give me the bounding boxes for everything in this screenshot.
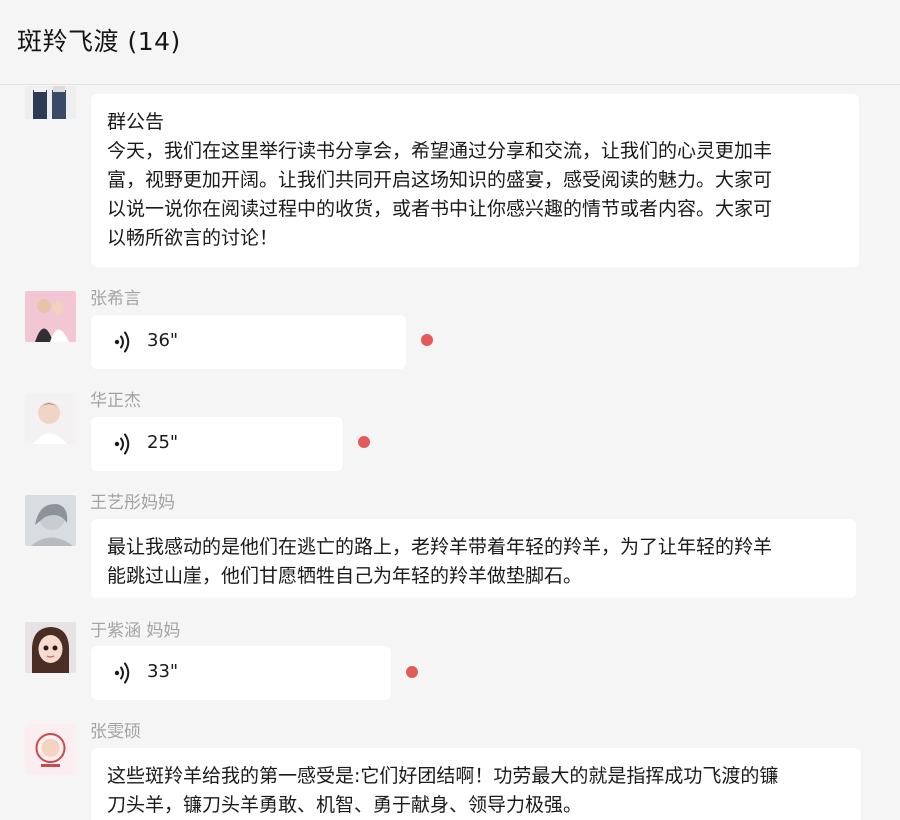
- message-line: 今天，我们在这里举行读书分享会，希望通过分享和交流，让我们的心灵更加丰: [107, 140, 773, 162]
- voice-wave-icon: [114, 433, 130, 455]
- voice-duration: 36": [147, 330, 179, 351]
- sender-name: 王艺彤妈妈: [90, 493, 175, 513]
- unread-indicator: [358, 436, 370, 448]
- avatar[interactable]: [25, 291, 76, 342]
- message-line: 刀头羊，镰刀头羊勇敢、机智、勇于献身、领导力极强。: [107, 794, 583, 816]
- chat-header: 斑羚飞渡 (14): [0, 0, 900, 85]
- message-line: 最让我感动的是他们在逃亡的路上，老羚羊带着年轻的羚羊，为了让年轻的羚羊: [107, 536, 773, 558]
- voice-message[interactable]: 36": [91, 315, 406, 369]
- message-bubble-announcement[interactable]: 群公告 今天，我们在这里举行读书分享会，希望通过分享和交流，让我们的心灵更加丰 …: [91, 94, 859, 267]
- voice-duration: 25": [147, 432, 179, 453]
- sender-name: 于紫涵 妈妈: [90, 621, 181, 641]
- message-bubble[interactable]: 最让我感动的是他们在逃亡的路上，老羚羊带着年轻的羚羊，为了让年轻的羚羊 能跳过山…: [91, 519, 856, 598]
- message-line: 这些斑羚羊给我的第一感受是:它们好团结啊！功劳最大的就是指挥成功飞渡的镰: [107, 765, 779, 787]
- voice-duration: 33": [147, 661, 179, 682]
- unread-indicator: [421, 334, 433, 346]
- voice-wave-icon: [114, 331, 130, 353]
- avatar[interactable]: [25, 622, 76, 673]
- group-title[interactable]: 斑羚飞渡 (14): [17, 22, 181, 58]
- sender-name: 张雯硕: [90, 722, 141, 742]
- voice-wave-icon: [114, 662, 130, 684]
- message-line: 以畅所欲言的讨论！: [107, 227, 279, 249]
- avatar[interactable]: [25, 724, 76, 775]
- message-line: 富，视野更加开阔。让我们共同开启这场知识的盛宴，感受阅读的魅力。大家可: [107, 169, 773, 191]
- message-line: 能跳过山崖，他们甘愿牺牲自己为年轻的羚羊做垫脚石。: [107, 565, 583, 587]
- sender-name: 华正杰: [90, 391, 141, 411]
- message-list[interactable]: 群公告 今天，我们在这里举行读书分享会，希望通过分享和交流，让我们的心灵更加丰 …: [0, 86, 900, 820]
- sender-name: 张希言: [90, 289, 141, 309]
- message-line: 以说一说你在阅读过程中的收货，或者书中让你感兴趣的情节或者内容。大家可: [107, 198, 773, 220]
- message-bubble[interactable]: 这些斑羚羊给我的第一感受是:它们好团结啊！功劳最大的就是指挥成功飞渡的镰 刀头羊…: [91, 748, 861, 820]
- avatar[interactable]: [25, 86, 76, 119]
- unread-indicator: [406, 666, 418, 678]
- avatar[interactable]: [25, 495, 76, 546]
- announcement-title: 群公告: [107, 111, 165, 133]
- avatar[interactable]: [25, 393, 76, 444]
- voice-message[interactable]: 25": [91, 417, 343, 471]
- voice-message[interactable]: 33": [91, 646, 391, 700]
